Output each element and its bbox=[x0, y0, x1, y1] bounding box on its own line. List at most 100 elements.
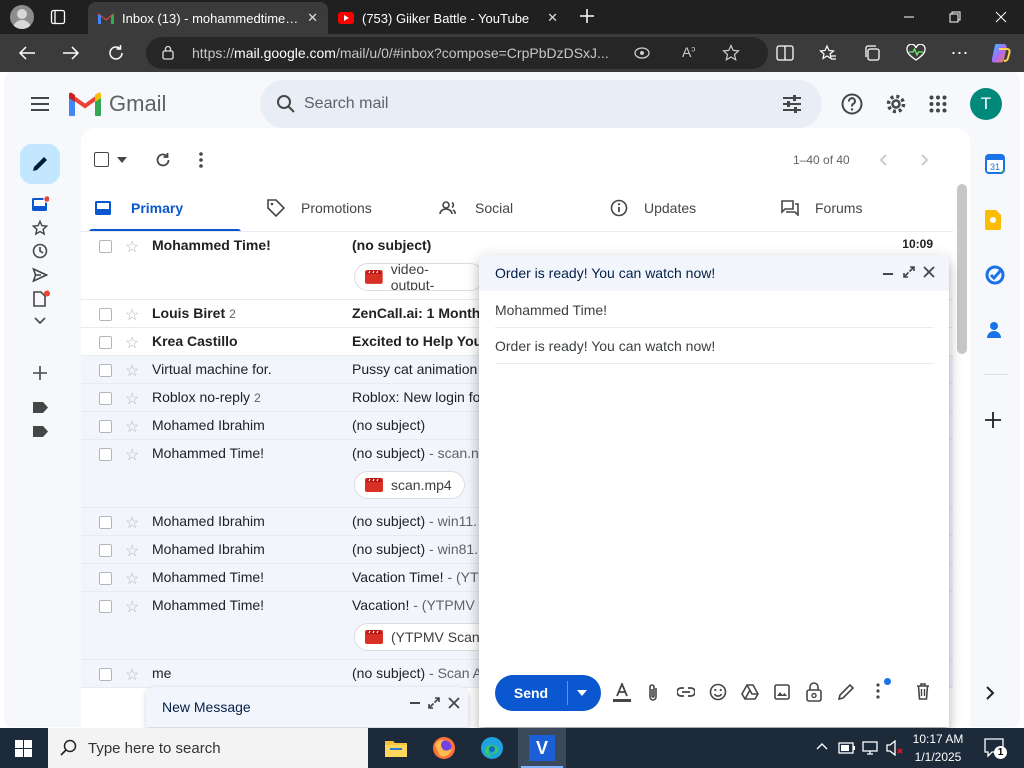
star-icon[interactable]: ☆ bbox=[125, 305, 139, 325]
minimize-compose-icon[interactable] bbox=[410, 701, 420, 705]
support-icon[interactable] bbox=[841, 93, 863, 115]
snoozed-icon[interactable] bbox=[32, 243, 48, 259]
close-compose-icon[interactable] bbox=[448, 697, 460, 709]
edge-icon[interactable] bbox=[468, 728, 516, 768]
close-tab-icon[interactable]: ✕ bbox=[547, 10, 558, 26]
tab-primary[interactable]: Primary bbox=[95, 184, 241, 232]
star-icon[interactable]: ☆ bbox=[125, 361, 139, 381]
older-chevron-icon[interactable] bbox=[921, 154, 929, 166]
row-checkbox[interactable] bbox=[99, 544, 112, 557]
favorites-icon[interactable] bbox=[815, 41, 841, 65]
attachment-chip[interactable]: (YTPMV Scan) bbox=[354, 623, 498, 651]
lock-icon[interactable] bbox=[162, 45, 174, 60]
tab-gmail-inbox[interactable]: Inbox (13) - mohammedtimecube ✕ bbox=[88, 2, 328, 34]
search-options-icon[interactable] bbox=[782, 94, 802, 114]
attach-files-icon[interactable] bbox=[647, 683, 659, 703]
forward-icon[interactable] bbox=[58, 41, 84, 65]
account-avatar[interactable]: T bbox=[970, 88, 1002, 120]
reload-icon[interactable] bbox=[103, 41, 129, 65]
new-message-minimized[interactable]: New Message bbox=[146, 687, 468, 727]
insert-signature-icon[interactable] bbox=[837, 683, 855, 701]
select-dropdown-icon[interactable] bbox=[117, 157, 127, 163]
compose-header[interactable]: Order is ready! You can watch now! bbox=[479, 255, 949, 291]
insert-emoji-icon[interactable] bbox=[709, 683, 727, 701]
back-icon[interactable] bbox=[14, 41, 40, 65]
row-checkbox[interactable] bbox=[99, 392, 112, 405]
send-options-icon[interactable] bbox=[577, 690, 587, 696]
refresh-icon[interactable] bbox=[155, 152, 171, 168]
star-icon[interactable]: ☆ bbox=[125, 597, 139, 617]
star-icon[interactable]: ☆ bbox=[125, 333, 139, 353]
restore-window-icon[interactable] bbox=[932, 0, 978, 34]
close-tab-icon[interactable]: ✕ bbox=[307, 10, 318, 26]
more-actions-icon[interactable] bbox=[199, 152, 203, 168]
collections-icon[interactable] bbox=[859, 41, 885, 65]
row-checkbox[interactable] bbox=[99, 448, 112, 461]
more-chevron-down-icon[interactable] bbox=[34, 317, 46, 325]
keep-icon[interactable] bbox=[985, 210, 1007, 232]
fullscreen-compose-icon[interactable] bbox=[428, 697, 440, 709]
newer-chevron-icon[interactable] bbox=[879, 154, 887, 166]
address-bar[interactable]: https://mail.google.com/mail/u/0/#inbox?… bbox=[146, 37, 768, 69]
settings-more-icon[interactable]: ⋯ bbox=[947, 41, 973, 65]
notifications-icon[interactable]: 1 bbox=[984, 738, 1007, 759]
windows-start-icon[interactable] bbox=[15, 740, 32, 757]
row-checkbox[interactable] bbox=[99, 336, 112, 349]
label-icon[interactable] bbox=[33, 426, 48, 437]
split-screen-icon[interactable] bbox=[772, 41, 798, 65]
file-explorer-icon[interactable] bbox=[372, 728, 420, 768]
drafts-icon[interactable] bbox=[32, 290, 50, 308]
google-apps-icon[interactable] bbox=[929, 95, 947, 113]
confidential-mode-icon[interactable] bbox=[806, 682, 822, 702]
subject-field[interactable]: Order is ready! You can watch now! bbox=[495, 328, 933, 364]
tab-actions-icon[interactable] bbox=[50, 9, 66, 25]
inbox-icon[interactable] bbox=[31, 196, 49, 212]
row-checkbox[interactable] bbox=[99, 516, 112, 529]
star-icon[interactable]: ☆ bbox=[125, 513, 139, 533]
close-compose-icon[interactable] bbox=[923, 266, 935, 278]
read-aloud-icon[interactable]: Aↄ bbox=[682, 44, 695, 60]
starred-icon[interactable] bbox=[32, 220, 48, 236]
sent-icon[interactable] bbox=[32, 267, 48, 283]
row-checkbox[interactable] bbox=[99, 240, 112, 253]
row-checkbox[interactable] bbox=[99, 308, 112, 321]
formatting-options-icon[interactable] bbox=[613, 683, 631, 703]
star-icon[interactable]: ☆ bbox=[125, 237, 139, 257]
more-options-icon[interactable] bbox=[876, 683, 880, 699]
tab-youtube[interactable]: (753) Giiker Battle - YouTube ✕ bbox=[328, 2, 568, 34]
star-icon[interactable]: ☆ bbox=[125, 417, 139, 437]
star-icon[interactable]: ☆ bbox=[125, 665, 139, 685]
tab-social[interactable]: Social bbox=[439, 184, 513, 232]
gmail-logo[interactable]: Gmail bbox=[69, 91, 166, 117]
battery-status-icon[interactable] bbox=[838, 740, 856, 756]
message-body[interactable] bbox=[495, 367, 933, 667]
star-icon[interactable]: ☆ bbox=[125, 389, 139, 409]
discard-draft-trash-icon[interactable] bbox=[916, 683, 930, 700]
contacts-icon[interactable] bbox=[985, 321, 1007, 343]
row-checkbox[interactable] bbox=[99, 668, 112, 681]
tasks-icon[interactable] bbox=[985, 265, 1007, 287]
create-label-plus-icon[interactable] bbox=[33, 366, 47, 380]
main-menu-icon[interactable] bbox=[30, 96, 50, 112]
attachment-chip[interactable]: scan.mp4 bbox=[354, 471, 465, 499]
insert-link-icon[interactable] bbox=[677, 685, 695, 699]
row-checkbox[interactable] bbox=[99, 364, 112, 377]
row-checkbox[interactable] bbox=[99, 572, 112, 585]
taskbar-search-box[interactable]: Type here to search bbox=[48, 728, 368, 768]
tracking-prevention-icon[interactable] bbox=[634, 46, 650, 60]
firefox-icon[interactable] bbox=[420, 728, 468, 768]
close-window-icon[interactable] bbox=[978, 0, 1024, 34]
show-hidden-icons-chevron[interactable] bbox=[816, 742, 828, 750]
star-icon[interactable]: ☆ bbox=[125, 445, 139, 465]
vmware-app-icon[interactable]: V bbox=[518, 728, 566, 768]
favorite-star-icon[interactable] bbox=[722, 44, 740, 62]
star-icon[interactable]: ☆ bbox=[125, 541, 139, 561]
insert-drive-icon[interactable] bbox=[741, 684, 759, 700]
row-checkbox[interactable] bbox=[99, 600, 112, 613]
settings-gear-icon[interactable] bbox=[885, 93, 907, 115]
select-all-checkbox[interactable] bbox=[94, 152, 109, 167]
send-button[interactable]: Send bbox=[495, 675, 567, 711]
star-icon[interactable]: ☆ bbox=[125, 569, 139, 589]
show-side-panel-chevron-icon[interactable] bbox=[985, 686, 1007, 708]
browser-essentials-icon[interactable] bbox=[903, 41, 929, 65]
